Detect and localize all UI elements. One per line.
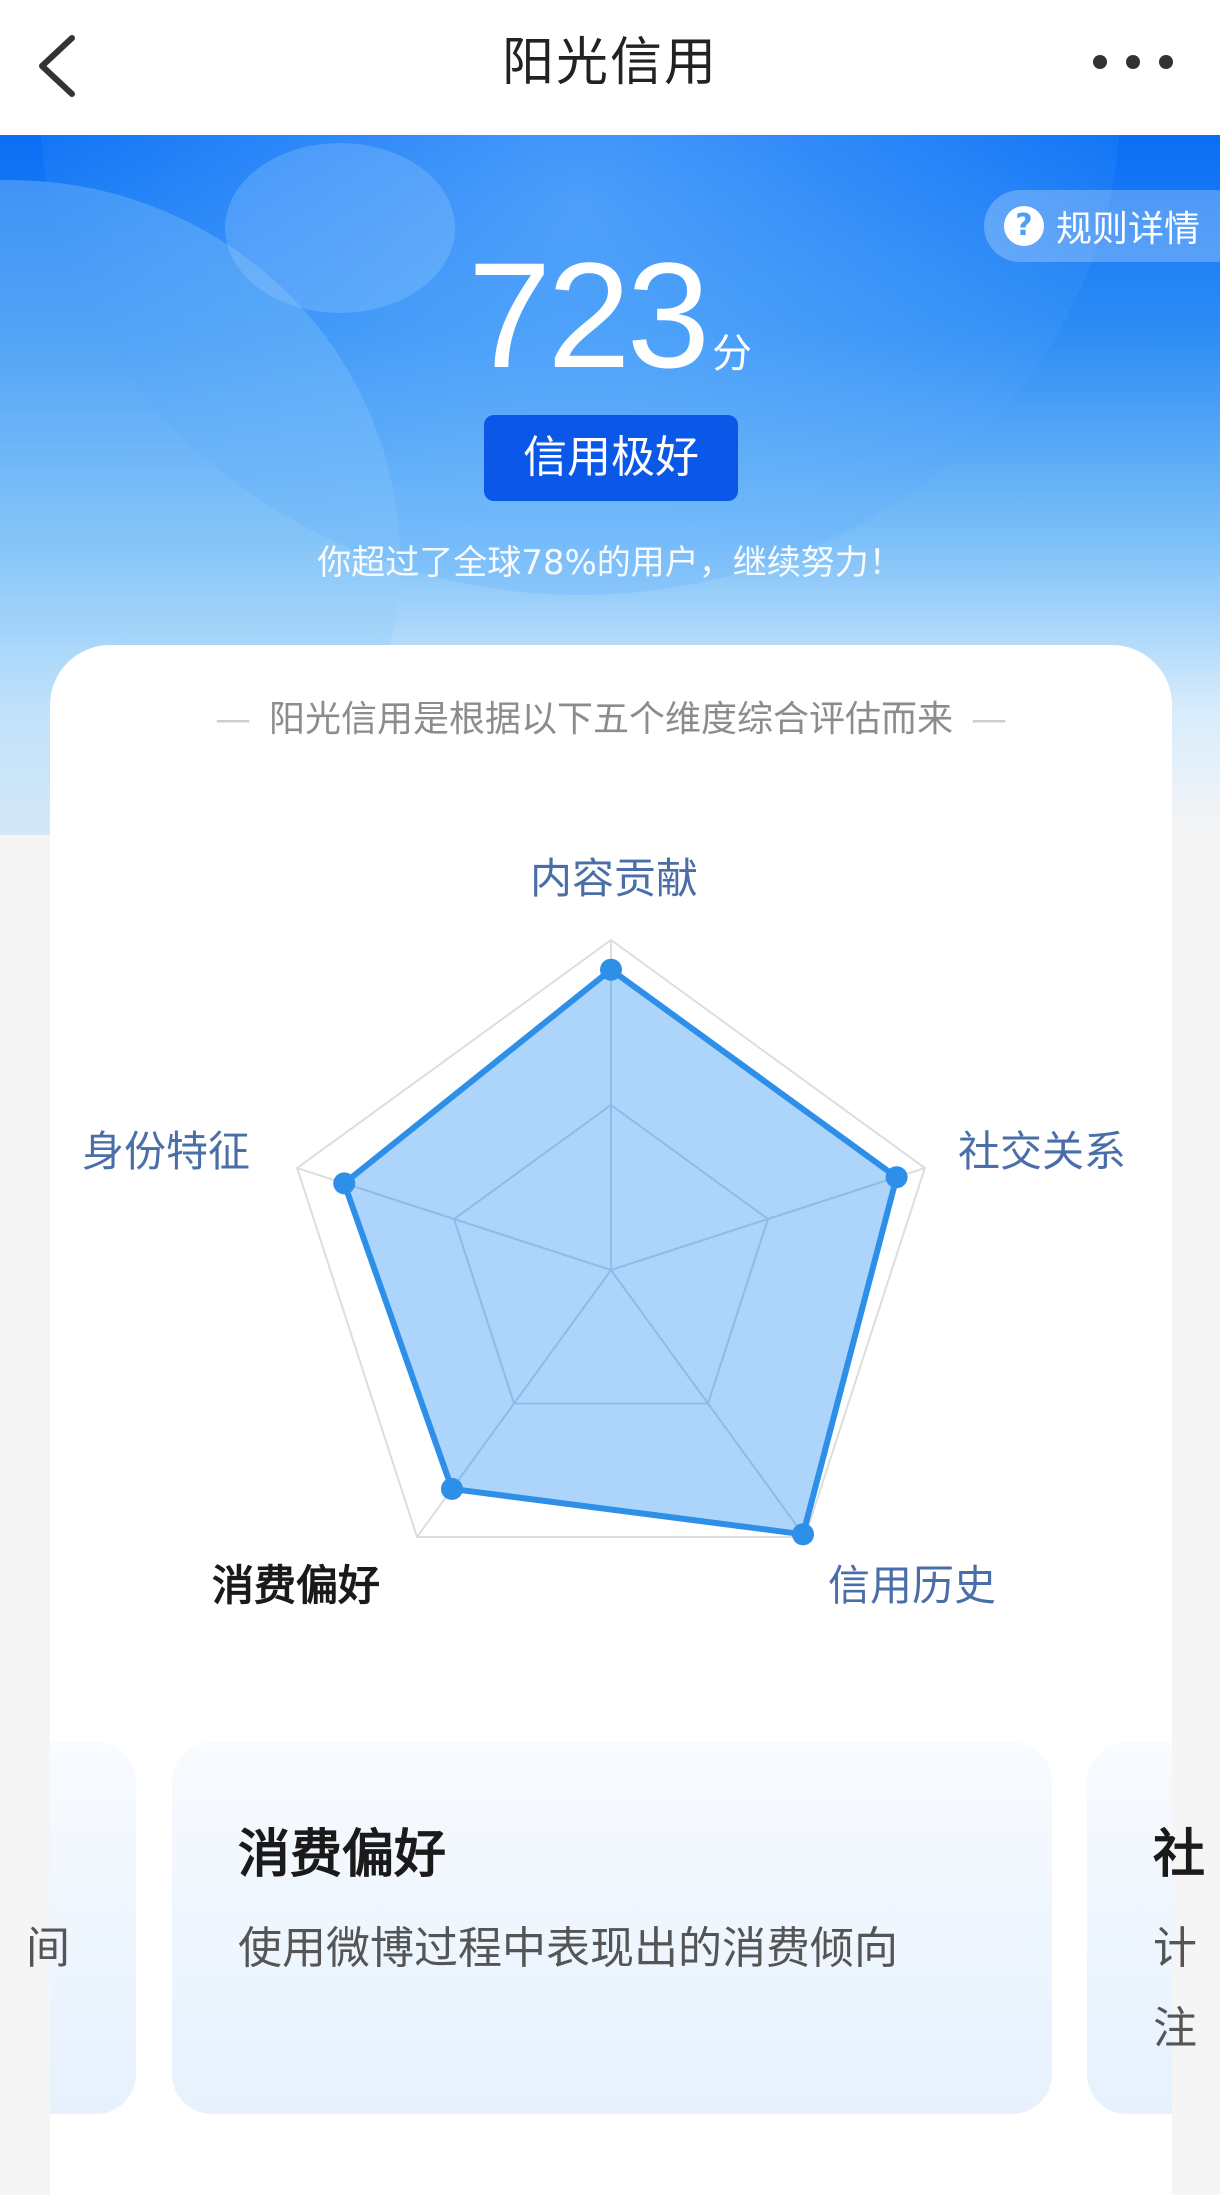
info-card-current[interactable]: 消费偏好 使用微博过程中表现出的消费倾向	[172, 1742, 1052, 2114]
score-unit: 分	[712, 331, 753, 377]
info-card-next-line: 注	[1153, 2003, 1197, 2054]
info-card-next-title: 社	[1153, 1825, 1206, 1885]
info-card-title: 消费偏好	[238, 1825, 447, 1885]
dimension-label-identity[interactable]: 身份特征	[82, 1118, 250, 1179]
dimension-label-credit-history[interactable]: 信用历史	[828, 1552, 996, 1613]
card-subtitle-text: 阳光信用是根据以下五个维度综合评估而来	[268, 699, 953, 740]
more-button[interactable]	[1090, 44, 1176, 80]
more-dots-icon	[1093, 55, 1173, 69]
info-card-prev-text: 间	[26, 1923, 70, 1974]
info-card-next[interactable]: 社 计 注	[1087, 1742, 1205, 2114]
dimension-label-consumption-preference[interactable]: 消费偏好	[212, 1552, 380, 1613]
rank-text: 你超过了全球78%的用户，继续努力！	[317, 543, 903, 583]
score-display: 723 分	[0, 240, 1220, 390]
credit-score: 723	[467, 231, 710, 399]
dimension-label-social-relations[interactable]: 社交关系	[958, 1118, 1126, 1179]
page-title: 阳光信用	[501, 33, 718, 93]
credit-level-badge: 信用极好	[484, 415, 738, 501]
info-card-prev[interactable]: 间	[26, 1742, 136, 2114]
info-card-next-line: 计	[1153, 1923, 1197, 1974]
card-subtitle: — 阳光信用是根据以下五个维度综合评估而来 —	[50, 690, 1172, 742]
subtitle-divider: —	[971, 699, 1007, 740]
subtitle-divider: —	[214, 699, 251, 740]
dimension-label-content-contribution[interactable]: 内容贡献	[530, 845, 698, 906]
nav-bar: 阳光信用	[0, 0, 1220, 135]
info-card-description: 使用微博过程中表现出的消费倾向	[238, 1923, 898, 1974]
